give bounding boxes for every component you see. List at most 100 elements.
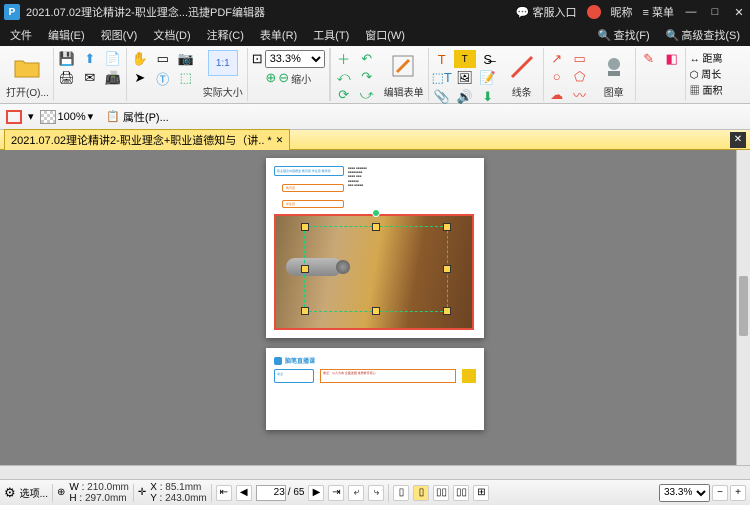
- options-button[interactable]: 选项...: [20, 485, 48, 500]
- cursor-icon[interactable]: ➤: [129, 69, 151, 87]
- edit-form-button[interactable]: [387, 50, 421, 84]
- print-icon[interactable]: 🖨: [56, 69, 78, 87]
- strikeout-icon[interactable]: S̶: [477, 50, 499, 68]
- next-page-button[interactable]: ▶: [308, 485, 324, 501]
- polyline-tool-icon[interactable]: 〰: [569, 86, 591, 103]
- page-number-input[interactable]: [256, 485, 286, 501]
- menu-form[interactable]: 表单(R): [256, 25, 301, 45]
- opacity-swatch[interactable]: [40, 110, 56, 124]
- scrollbar-thumb[interactable]: [739, 276, 748, 336]
- mail-icon[interactable]: ✉: [79, 69, 101, 87]
- menu-edit[interactable]: 编辑(E): [44, 25, 89, 45]
- ellipse-tool-icon[interactable]: ○: [546, 68, 568, 85]
- open-button[interactable]: [10, 50, 44, 84]
- area-tool[interactable]: ▦ 面积: [690, 82, 723, 97]
- options-gear-icon[interactable]: ⚙: [4, 485, 16, 501]
- redo-icon[interactable]: ⤻: [356, 86, 378, 103]
- nickname[interactable]: 昵称: [611, 4, 633, 20]
- zoom-out-button[interactable]: −: [712, 485, 728, 501]
- rotate-handle[interactable]: [372, 209, 380, 217]
- rotate-right-icon[interactable]: ↷: [356, 68, 378, 85]
- resize-handle-ml[interactable]: [301, 265, 309, 273]
- resize-handle-bc[interactable]: [372, 307, 380, 315]
- properties-button[interactable]: 📋 属性(P)...: [99, 106, 176, 128]
- advanced-find-button[interactable]: 🔍高级查找(S): [662, 25, 744, 45]
- plus-icon[interactable]: ＋: [333, 50, 355, 67]
- fit-page-icon[interactable]: ⊡: [252, 51, 263, 67]
- stroke-color-swatch[interactable]: [6, 110, 22, 124]
- service-link[interactable]: 💬 客服入口: [516, 4, 577, 20]
- tab-close-icon[interactable]: ✕: [276, 135, 284, 146]
- refresh-icon[interactable]: ⟳: [333, 86, 355, 103]
- resize-handle-bl[interactable]: [301, 307, 309, 315]
- resize-handle-tr[interactable]: [443, 223, 451, 231]
- crop-selection[interactable]: [304, 226, 448, 312]
- image-icon[interactable]: 🖼: [454, 69, 476, 87]
- link-icon[interactable]: ⬚: [175, 69, 197, 87]
- perimeter-tool[interactable]: ⬡ 周长: [690, 66, 723, 81]
- resize-handle-mr[interactable]: [443, 265, 451, 273]
- tabbar-close-button[interactable]: ✕: [730, 132, 746, 148]
- rotate-left-icon[interactable]: ↶: [356, 50, 378, 67]
- distance-tool[interactable]: ↔ 距离: [690, 50, 723, 65]
- arrow-tool-icon[interactable]: ↗: [546, 50, 568, 67]
- user-avatar[interactable]: [587, 5, 601, 19]
- stamp-button[interactable]: [597, 50, 631, 84]
- highlight-icon[interactable]: T: [454, 50, 476, 68]
- scan-icon[interactable]: 📠: [102, 69, 124, 87]
- polygon-tool-icon[interactable]: ⬠: [569, 68, 591, 85]
- export-icon[interactable]: ⬆: [79, 50, 101, 68]
- text-edit-icon[interactable]: T: [431, 50, 453, 68]
- zoom-select[interactable]: 33.3%: [265, 50, 325, 68]
- undo-icon[interactable]: ⤺: [333, 68, 355, 85]
- last-page-button[interactable]: ⇥: [328, 485, 344, 501]
- zoom-out-icon[interactable]: ⊖: [278, 70, 289, 86]
- hand-icon[interactable]: ✋: [129, 50, 151, 68]
- page-thumbnail-2[interactable]: 脑笔直播课 考点 重点：以人为本 全面发展 素质教育核心: [266, 348, 484, 430]
- pencil-icon[interactable]: ✎: [638, 50, 660, 67]
- first-page-button[interactable]: ⇤: [216, 485, 232, 501]
- save-icon[interactable]: 💾: [56, 50, 78, 68]
- prev-page-button[interactable]: ◀: [236, 485, 252, 501]
- menu-file[interactable]: 文件: [6, 25, 36, 45]
- line-tool-button[interactable]: [505, 50, 539, 84]
- single-page-icon[interactable]: ▯: [393, 485, 409, 501]
- vertical-scrollbar[interactable]: [736, 150, 750, 465]
- status-zoom-select[interactable]: 33.3%: [659, 484, 710, 502]
- menu-button[interactable]: ≡ 菜单: [643, 4, 674, 20]
- menu-comment[interactable]: 注释(C): [203, 25, 248, 45]
- zoom-in-icon[interactable]: ⊕: [265, 70, 276, 86]
- document-workspace[interactable]: 职业理念内容概述 教育观 学生观 教师观 教育观 学生观 ■■■■ ■■■■■■…: [0, 150, 750, 465]
- selected-image-object[interactable]: [274, 214, 474, 330]
- continuous-icon[interactable]: ▯: [413, 485, 429, 501]
- layout-icon[interactable]: ⊞: [473, 485, 489, 501]
- find-button[interactable]: 🔍查找(F): [594, 25, 654, 45]
- convert-icon[interactable]: 📄: [102, 50, 124, 68]
- maximize-button[interactable]: □: [708, 5, 722, 19]
- zoom-in-button[interactable]: +: [730, 485, 746, 501]
- text-box-icon[interactable]: ⬚T: [431, 69, 453, 87]
- menu-window[interactable]: 窗口(W): [361, 25, 409, 45]
- resize-handle-tl[interactable]: [301, 223, 309, 231]
- minimize-button[interactable]: —: [684, 5, 698, 19]
- menu-doc[interactable]: 文档(D): [149, 25, 194, 45]
- eraser-icon[interactable]: ◧: [661, 50, 683, 67]
- facing-icon[interactable]: ▯▯: [433, 485, 449, 501]
- select-icon[interactable]: ▭: [152, 50, 174, 68]
- resize-handle-br[interactable]: [443, 307, 451, 315]
- page-thumbnail-1[interactable]: 职业理念内容概述 教育观 学生观 教师观 教育观 学生观 ■■■■ ■■■■■■…: [266, 158, 484, 338]
- text-select-icon[interactable]: Ⓣ: [152, 69, 174, 87]
- resize-handle-tc[interactable]: [372, 223, 380, 231]
- dropdown-icon[interactable]: ▾: [28, 110, 34, 123]
- menu-tools[interactable]: 工具(T): [309, 25, 353, 45]
- horizontal-scrollbar[interactable]: [0, 465, 750, 479]
- facing-continuous-icon[interactable]: ▯▯: [453, 485, 469, 501]
- document-tab[interactable]: 2021.07.02理论精讲2-职业理念+职业道德知与（讲.. * ✕: [4, 129, 290, 150]
- cloud-tool-icon[interactable]: ☁: [546, 86, 568, 103]
- dropdown-icon[interactable]: ▾: [88, 110, 94, 123]
- snapshot-icon[interactable]: 📷: [175, 50, 197, 68]
- note-icon[interactable]: 📝: [477, 69, 499, 87]
- back-button[interactable]: ⤶: [348, 485, 364, 501]
- menu-view[interactable]: 视图(V): [97, 25, 142, 45]
- close-button[interactable]: ✕: [732, 5, 746, 19]
